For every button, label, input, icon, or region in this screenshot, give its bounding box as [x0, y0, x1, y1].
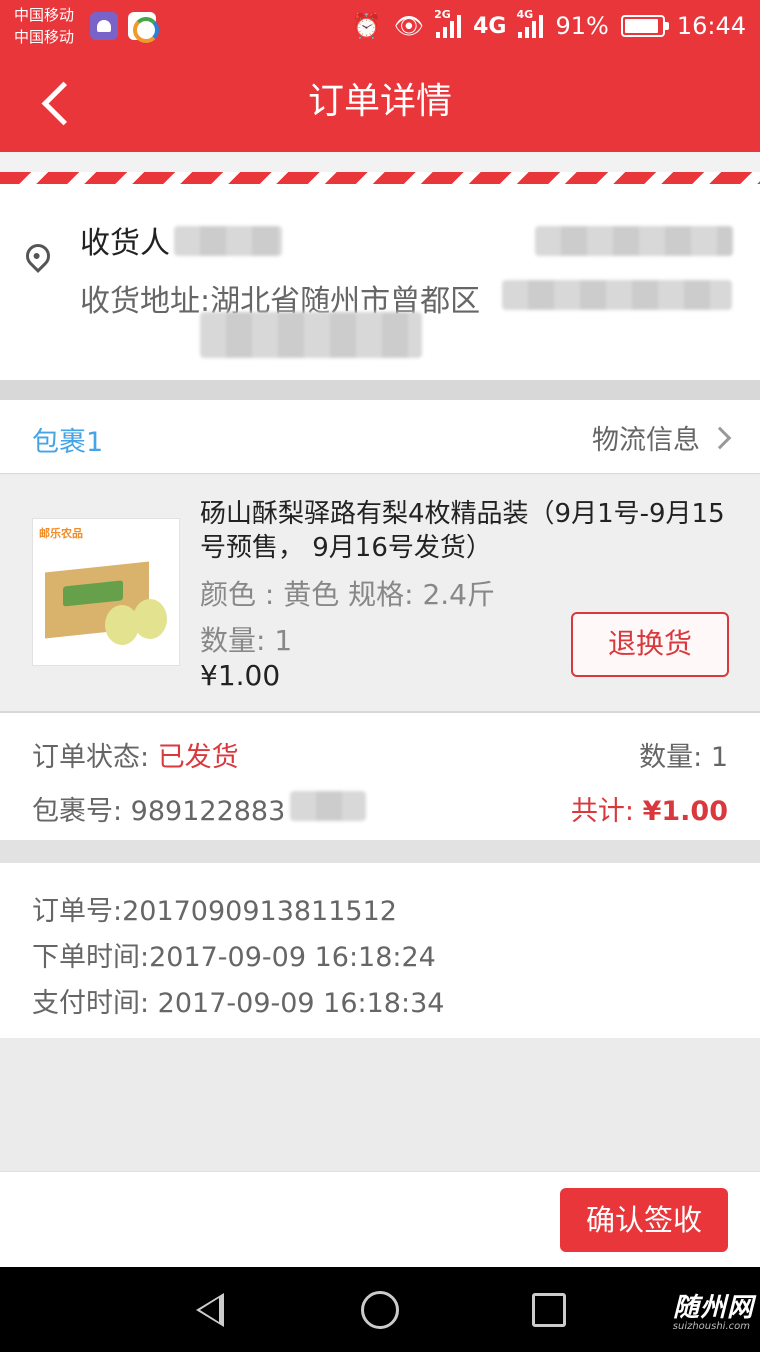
nav-bar: 订单详情 [0, 52, 760, 152]
nav-back-icon[interactable] [196, 1293, 224, 1327]
carrier-info: 中国移动 中国移动 [14, 4, 74, 48]
order-time: 下单时间:2017-09-09 16:18:24 [32, 942, 436, 973]
nav-home-icon[interactable] [361, 1291, 399, 1329]
order-summary: 订单状态: 已发货 数量: 1 包裹号: 989122883 共计: ¥1.00 [0, 713, 760, 840]
battery-percent: 91% [555, 12, 609, 40]
package-header: 包裹1 物流信息 [0, 400, 760, 474]
thumb-brand: 邮乐农品 [39, 527, 83, 540]
alarm-icon: ⏰ [351, 12, 382, 40]
total-value: ¥1.00 [642, 796, 728, 827]
signal-4g-icon: 4G [516, 8, 544, 38]
section-divider [0, 380, 760, 400]
logistics-label: 物流信息 [592, 425, 700, 456]
package-name: 包裹1 [32, 427, 104, 458]
receiver-phone-redacted [535, 226, 733, 256]
product-title: 砀山酥梨驿路有梨4枚精品装（9月1号-9月15号预售， 9月16号发货） [200, 499, 725, 563]
return-exchange-button[interactable]: 退换货 [571, 612, 729, 677]
confirm-receipt-button[interactable]: 确认签收 [560, 1188, 728, 1252]
location-pin-icon [21, 239, 55, 273]
maps-app-icon [128, 12, 159, 43]
health-app-icon [90, 12, 118, 40]
signal-2g-icon: 2G [434, 8, 462, 38]
product-spec: 颜色 : 黄色 规格: 2.4斤 [200, 578, 495, 611]
bottom-action-bar: 确认签收 [0, 1171, 760, 1267]
package-number: 包裹号: 989122883 [32, 796, 286, 827]
system-nav-bar: 随州网 suizhoushi.com [0, 1267, 760, 1352]
clock: 16:44 [676, 12, 746, 40]
address-top-band [0, 152, 760, 172]
address-detail-redacted [502, 280, 732, 310]
nav-recent-apps-icon[interactable] [532, 1293, 566, 1327]
receiver-label: 收货人 [80, 226, 170, 261]
battery-icon [620, 15, 669, 37]
chevron-right-icon [708, 426, 732, 449]
product-quantity: 数量: 1 [200, 624, 293, 657]
logistics-link[interactable]: 物流信息 [592, 418, 732, 457]
product-item[interactable]: 邮乐农品 砀山酥梨驿路有梨4枚精品装（9月1号-9月15号预售， 9月16号发货… [0, 475, 760, 713]
product-price: ¥1.00 [200, 659, 281, 692]
order-status-label: 订单状态: [32, 742, 158, 773]
envelope-stripe-border [0, 172, 760, 184]
order-number: 订单号:2017090913811512 [32, 896, 397, 927]
page-title: 订单详情 [307, 81, 452, 122]
eye-icon: 👁 [393, 12, 425, 40]
receiver-name-redacted [174, 226, 282, 256]
address-card[interactable]: 收货人 收货地址:湖北省随州市曾都区 [0, 152, 760, 380]
carrier-2: 中国移动 [14, 28, 75, 46]
carrier-1: 中国移动 [14, 6, 75, 24]
order-total: 共计: ¥1.00 [571, 789, 728, 828]
watermark-logo: 随州网 [672, 1293, 754, 1323]
total-label: 共计: [570, 796, 643, 827]
section-divider [0, 840, 760, 863]
order-info: 订单号:2017090913811512 下单时间:2017-09-09 16:… [0, 863, 760, 1038]
4g-icon: 4G [473, 13, 507, 39]
pay-time: 支付时间: 2017-09-09 16:18:34 [32, 988, 445, 1019]
address-detail-redacted-2 [200, 312, 422, 358]
system-icons: ⏰ 👁 2G 4G 4G 91% 16:44 [352, 8, 746, 44]
product-thumbnail: 邮乐农品 [32, 518, 180, 666]
watermark-url: suizhoushi.com [672, 1321, 750, 1332]
total-quantity: 数量: 1 [639, 742, 728, 773]
status-bar: 中国移动 中国移动 ⏰ 👁 2G 4G 4G 91% 16:44 [0, 0, 760, 52]
package-number-redacted [290, 791, 366, 821]
order-status: 订单状态: 已发货 [32, 735, 239, 774]
order-status-value: 已发货 [157, 742, 239, 773]
pear-image [133, 599, 167, 639]
